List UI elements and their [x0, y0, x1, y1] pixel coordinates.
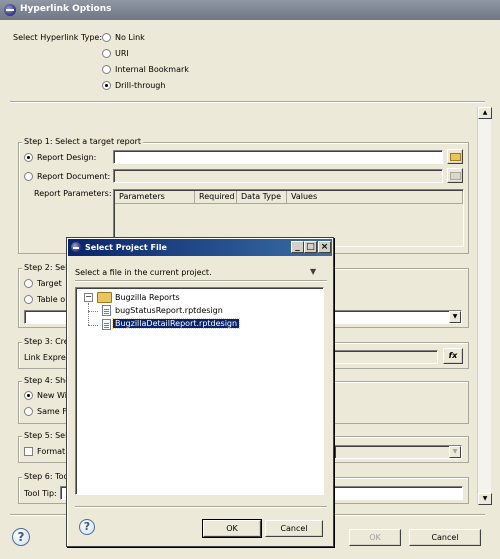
- dialog-cancel-button[interactable]: Cancel: [265, 520, 323, 537]
- open-folder-icon: [450, 153, 461, 161]
- radio-label: New Wi: [37, 391, 67, 400]
- table-header-required[interactable]: Required: [195, 191, 237, 204]
- vertical-scrollbar[interactable]: ▲ ▼: [477, 107, 492, 505]
- rptdesign-file-icon: [102, 305, 111, 316]
- rptdesign-file-icon: [102, 319, 111, 330]
- radio-no-link[interactable]: No Link: [102, 31, 222, 44]
- radio-drill-through[interactable]: Drill-through: [102, 79, 222, 92]
- scroll-up-button[interactable]: ▲: [478, 107, 492, 119]
- dialog-maximize-button[interactable]: □: [304, 241, 317, 253]
- tree-guide-line: [88, 303, 89, 325]
- radio-new-window[interactable]: New Wi: [24, 389, 69, 402]
- hyperlink-type-label: Select Hyperlink Type:: [13, 33, 103, 42]
- dialog-help-icon[interactable]: ?: [79, 519, 95, 535]
- step6-title: Step 6: Too: [22, 472, 71, 481]
- separator: [10, 101, 485, 103]
- radio-indicator[interactable]: [24, 295, 33, 304]
- table-header-parameters[interactable]: Parameters: [115, 191, 195, 204]
- dialog-title: Select Project File: [85, 243, 167, 252]
- dialog-ok-button[interactable]: OK: [202, 519, 262, 538]
- ok-button: OK: [349, 529, 401, 546]
- separator: [75, 280, 327, 282]
- dialog-instruction: Select a file in the current project.: [75, 268, 212, 277]
- radio-label: Drill-through: [115, 81, 166, 90]
- tree-item-bug-status-report[interactable]: bugStatusReport.rptdesign: [115, 306, 223, 315]
- help-icon[interactable]: ?: [12, 528, 30, 546]
- tree-guide-line: [88, 325, 98, 326]
- format-checkbox[interactable]: Format: [24, 445, 69, 458]
- window-title: Hyperlink Options: [20, 4, 112, 14]
- scroll-down-button[interactable]: ▼: [478, 493, 492, 505]
- expression-builder-icon[interactable]: fx: [443, 348, 463, 364]
- separator: [75, 506, 327, 508]
- folder-icon: [97, 292, 112, 303]
- radio-same-frame[interactable]: Same F: [24, 405, 69, 418]
- radio-indicator[interactable]: [24, 407, 33, 416]
- radio-label: Internal Bookmark: [115, 65, 189, 74]
- table-header-values[interactable]: Values: [287, 191, 463, 204]
- radio-indicator[interactable]: [102, 33, 111, 42]
- tree-item-bugzilla-detail-report[interactable]: BugzillaDetailReport.rptdesign: [111, 318, 241, 329]
- step3-title: Step 3: Cre: [22, 337, 71, 346]
- radio-label: URI: [115, 49, 129, 58]
- tree-guide-line: [88, 311, 98, 312]
- radio-label: Same F: [37, 407, 67, 416]
- radio-label: Report Document:: [37, 172, 111, 181]
- view-menu-icon[interactable]: ▼: [310, 267, 320, 277]
- dialog-close-button[interactable]: ×: [318, 241, 331, 253]
- link-expression-label: Link Expres: [24, 353, 70, 362]
- radio-label: Table o: [37, 295, 66, 304]
- window-titlebar: Hyperlink Options: [0, 0, 500, 20]
- report-document-input: [113, 169, 443, 183]
- tree-root-label[interactable]: Bugzilla Reports: [115, 293, 180, 302]
- select-project-file-dialog: Select Project File _ □ × Select a file …: [66, 237, 334, 547]
- checkbox-indicator[interactable]: [24, 447, 33, 456]
- tree-collapse-toggle[interactable]: −: [84, 293, 93, 302]
- browse-report-design-button[interactable]: [447, 149, 463, 164]
- step5-title: Step 5: Sel: [22, 431, 70, 440]
- radio-label: No Link: [115, 33, 145, 42]
- radio-label: Report Design:: [37, 153, 97, 162]
- radio-indicator-selected[interactable]: [24, 391, 33, 400]
- radio-indicator[interactable]: [24, 172, 33, 181]
- radio-indicator[interactable]: [102, 65, 111, 74]
- radio-uri[interactable]: URI: [102, 47, 222, 60]
- report-parameters-label: Report Parameters:: [34, 189, 112, 198]
- checkbox-label: Format: [37, 447, 66, 456]
- radio-label: Target: [37, 279, 62, 288]
- radio-indicator-selected[interactable]: [102, 81, 111, 90]
- dropdown-arrow-icon: ▼: [449, 446, 461, 458]
- eclipse-app-icon: [71, 242, 81, 252]
- browse-report-document-button: [447, 168, 463, 183]
- radio-indicator[interactable]: [102, 49, 111, 58]
- project-file-tree[interactable]: − Bugzilla Reports bugStatusReport.rptde…: [75, 287, 324, 495]
- radio-report-document[interactable]: Report Document:: [24, 170, 114, 183]
- eclipse-app-icon: [4, 4, 16, 16]
- radio-target[interactable]: Target: [24, 277, 69, 290]
- format-combo: ▼: [334, 445, 462, 459]
- radio-indicator[interactable]: [24, 279, 33, 288]
- radio-internal-bookmark[interactable]: Internal Bookmark: [102, 63, 222, 76]
- step2-title: Step 2: Sel: [22, 263, 70, 272]
- radio-report-design[interactable]: Report Design:: [24, 151, 114, 164]
- dialog-minimize-button[interactable]: _: [291, 241, 304, 253]
- step4-title: Step 4: Sho: [22, 376, 73, 385]
- step1-title: Step 1: Select a target report: [22, 137, 144, 146]
- dropdown-arrow-icon[interactable]: ▼: [449, 311, 461, 323]
- radio-indicator-selected[interactable]: [24, 153, 33, 162]
- tooltip-label: Tool Tip:: [24, 489, 57, 498]
- report-design-input[interactable]: [113, 150, 443, 164]
- dialog-titlebar: Select Project File _ □ ×: [68, 239, 332, 256]
- table-header-data-type[interactable]: Data Type: [237, 191, 287, 204]
- cancel-button[interactable]: Cancel: [409, 529, 481, 546]
- open-folder-icon: [450, 172, 461, 180]
- radio-table-of-contents[interactable]: Table o: [24, 293, 69, 306]
